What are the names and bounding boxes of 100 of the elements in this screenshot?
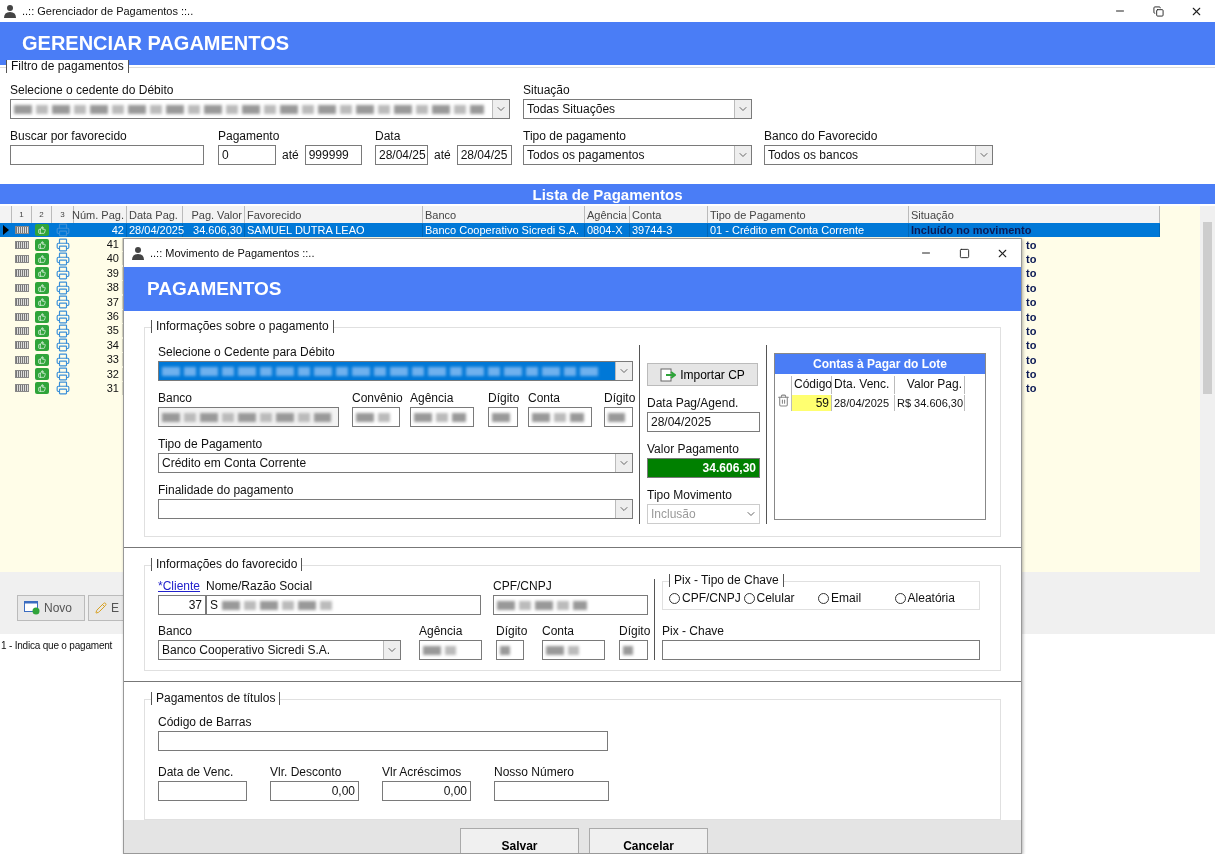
- printer-icon[interactable]: [56, 309, 70, 324]
- thumbs-up-icon[interactable]: [35, 252, 49, 265]
- printer-icon[interactable]: [56, 352, 70, 367]
- printer-icon[interactable]: [56, 323, 70, 338]
- printer-icon[interactable]: [56, 237, 70, 252]
- dropdown[interactable]: [158, 361, 633, 381]
- dropdown[interactable]: [158, 499, 633, 519]
- dropdown[interactable]: [10, 99, 510, 119]
- column-header[interactable]: Dta. Venc.: [832, 376, 895, 394]
- new-button[interactable]: Novo: [17, 595, 85, 621]
- dropdown[interactable]: Todos os pagamentos: [523, 145, 752, 165]
- radio-option[interactable]: Celular: [743, 591, 819, 605]
- striped-bar-icon[interactable]: [15, 240, 29, 249]
- text-field[interactable]: [419, 640, 482, 660]
- text-field[interactable]: [662, 640, 980, 660]
- dropdown[interactable]: Crédito em Conta Corrente: [158, 453, 633, 473]
- client-link[interactable]: *Cliente: [158, 579, 206, 593]
- text-field[interactable]: [494, 781, 609, 801]
- text-field[interactable]: 0,00: [382, 781, 471, 801]
- text-field[interactable]: [352, 407, 400, 427]
- amount-field: 34.606,30: [647, 458, 760, 478]
- text-field[interactable]: [542, 640, 605, 660]
- printer-icon[interactable]: [56, 280, 70, 295]
- table-cell: SAMUEL DUTRA LEAO: [245, 223, 423, 237]
- striped-bar-icon[interactable]: [15, 298, 29, 307]
- panel-title: Contas à Pagar do Lote: [775, 354, 985, 374]
- striped-bar-icon[interactable]: [15, 384, 29, 393]
- striped-bar-icon[interactable]: [15, 283, 29, 292]
- date-field[interactable]: 28/04/25: [375, 145, 428, 165]
- text-field[interactable]: [158, 781, 247, 801]
- text-field[interactable]: S: [206, 595, 481, 615]
- striped-bar-icon[interactable]: [15, 370, 29, 379]
- trash-icon[interactable]: [777, 394, 790, 407]
- text-field[interactable]: 999999: [304, 145, 362, 165]
- text-field[interactable]: [410, 407, 474, 427]
- thumbs-up-icon[interactable]: [35, 353, 49, 366]
- striped-bar-icon[interactable]: [15, 355, 29, 364]
- field-label: CPF/CNPJ: [493, 579, 553, 593]
- dropdown[interactable]: Banco Cooperativo Sicredi S.A.: [158, 640, 401, 660]
- date-field[interactable]: 28/04/2025: [647, 412, 760, 432]
- table-cell: 39744-3: [630, 223, 708, 237]
- text-field[interactable]: [488, 407, 518, 427]
- striped-bar-icon[interactable]: [15, 326, 29, 335]
- field-label: Agência: [419, 624, 464, 638]
- printer-icon[interactable]: [56, 338, 70, 353]
- thumbs-up-icon[interactable]: [35, 368, 49, 381]
- text-field[interactable]: [604, 407, 633, 427]
- text-field[interactable]: [158, 731, 608, 751]
- table-cell: to: [1026, 296, 1037, 309]
- printer-icon[interactable]: [56, 367, 70, 382]
- thumbs-up-icon[interactable]: [35, 296, 49, 309]
- text-field[interactable]: 0,00: [270, 781, 359, 801]
- thumbs-up-icon[interactable]: [35, 310, 49, 323]
- field-label: Código de Barras: [158, 715, 253, 729]
- dropdown[interactable]: Todas Situações: [523, 99, 752, 119]
- printer-icon[interactable]: [56, 295, 70, 310]
- table-cell: R$ 34.606,30: [895, 394, 965, 411]
- thumbs-up-icon[interactable]: [35, 238, 49, 251]
- cancel-button[interactable]: Cancelar: [589, 828, 708, 853]
- date-field[interactable]: 28/04/25: [456, 145, 512, 165]
- column-header[interactable]: Valor Pag.: [895, 376, 965, 394]
- text-field[interactable]: 37: [158, 595, 206, 615]
- radio-option[interactable]: CPF/CNPJ: [669, 591, 744, 605]
- striped-bar-icon[interactable]: [15, 254, 29, 263]
- radio-option[interactable]: Aleatória: [894, 591, 973, 605]
- field-label: Valor Pagamento: [647, 442, 740, 456]
- text-field[interactable]: [619, 640, 648, 660]
- text-field[interactable]: 0: [218, 145, 276, 165]
- thumbs-up-icon[interactable]: [35, 339, 49, 352]
- restore-icon: [1152, 5, 1164, 17]
- striped-bar-icon[interactable]: [15, 341, 29, 350]
- import-button[interactable]: Importar CP: [647, 363, 758, 386]
- striped-bar-icon[interactable]: [15, 312, 29, 321]
- striped-bar-icon[interactable]: [15, 226, 29, 235]
- thumbs-up-icon[interactable]: [35, 382, 49, 395]
- field-label: Selecione o cedente do Débito: [10, 83, 175, 97]
- column-header[interactable]: Código: [792, 376, 832, 394]
- scrollbar[interactable]: [1200, 206, 1215, 572]
- striped-bar-icon[interactable]: [15, 269, 29, 278]
- text-field[interactable]: [10, 145, 204, 165]
- table-row[interactable]: 42 28/04/2025 34.606,30 SAMUEL DUTRA LEAO Banco Cooperativo Sicredi S.A. 0804-X 39744-3 01 - Crédito em Conta Corrente Incluído no movimento: [0, 223, 1160, 238]
- text-field[interactable]: [496, 640, 524, 660]
- printer-icon[interactable]: [56, 251, 70, 266]
- printer-icon[interactable]: [56, 223, 70, 238]
- thumbs-up-icon[interactable]: [35, 267, 49, 280]
- field-label: Conta: [542, 624, 576, 638]
- save-button[interactable]: Salvar: [460, 828, 579, 853]
- table-cell: 59: [792, 394, 832, 411]
- printer-icon[interactable]: [56, 266, 70, 281]
- text-field[interactable]: [528, 407, 592, 427]
- thumbs-up-icon[interactable]: [35, 281, 49, 294]
- dropdown[interactable]: Todos os bancos: [764, 145, 993, 165]
- thumbs-up-icon[interactable]: [35, 324, 49, 337]
- radio-option[interactable]: Email: [818, 591, 895, 605]
- window-title: ..:: Gerenciador de Pagamentos ::..: [22, 5, 194, 17]
- chevron-icon: [383, 641, 400, 659]
- thumbs-up-icon[interactable]: [35, 224, 49, 237]
- text-field[interactable]: [158, 407, 339, 427]
- printer-icon[interactable]: [56, 381, 70, 396]
- text-field[interactable]: [493, 595, 648, 615]
